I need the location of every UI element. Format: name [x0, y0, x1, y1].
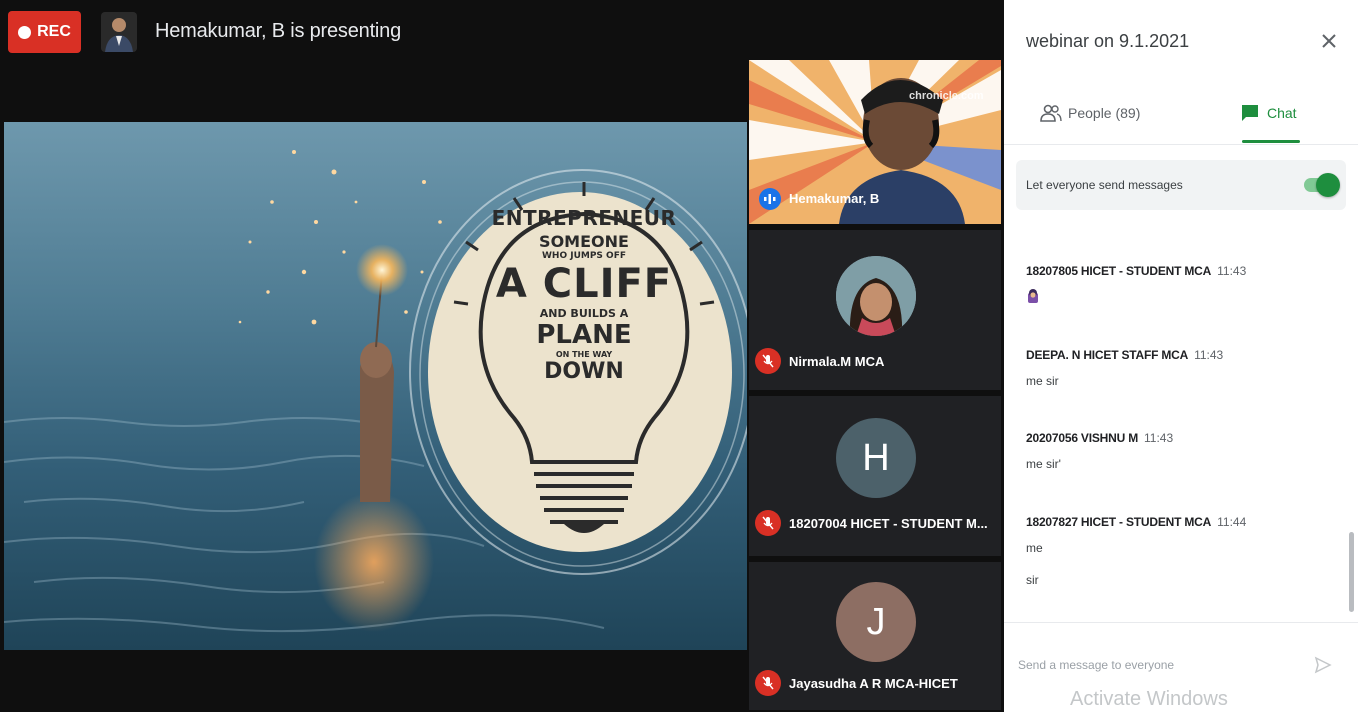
activate-windows-watermark: Activate Windows — [1070, 688, 1228, 710]
chat-message: 20207056 VISHNU M 11:43 me sir' — [1026, 429, 1326, 471]
tab-chat[interactable]: Chat — [1240, 98, 1312, 128]
presenter-avatar — [101, 12, 137, 52]
meeting-stage: REC Hemakumar, B is presenting ENTREPREN… — [0, 0, 1004, 712]
message-time: 11:43 — [1194, 348, 1224, 362]
message-sender: 18207805 HICET - STUDENT MCA — [1026, 264, 1212, 278]
slide-line-7: ON THE WAY — [555, 350, 613, 359]
divider — [1004, 144, 1358, 145]
tile-name-18207004: 18207004 HICET - STUDENT M... — [789, 516, 988, 531]
message-sender: 20207056 VISHNU M — [1026, 431, 1138, 445]
message-text: me — [1026, 541, 1043, 555]
send-icon — [1314, 656, 1332, 674]
tile-18207004[interactable]: H 18207004 HICET - STUDENT M... — [749, 396, 1001, 556]
chat-icon — [1242, 105, 1258, 121]
mic-off-icon — [755, 670, 781, 696]
tab-people[interactable]: People (89) — [1040, 98, 1160, 128]
send-messages-setting: Let everyone send messages — [1016, 160, 1346, 210]
divider — [1004, 622, 1358, 623]
mic-off-icon — [755, 510, 781, 536]
presentation-top-bar: REC Hemakumar, B is presenting — [0, 0, 1004, 64]
tile-nirmala[interactable]: Nirmala.M MCA — [749, 230, 1001, 390]
slide-line-6: PLANE — [536, 320, 632, 350]
chat-scrollbar[interactable] — [1349, 532, 1354, 612]
slide-line-3: WHO JUMPS OFF — [541, 251, 626, 261]
speaking-icon — [759, 188, 781, 210]
message-sender: 18207827 HICET - STUDENT MCA — [1026, 515, 1212, 529]
slide-line-2: SOMEONE — [539, 232, 629, 251]
chat-message: DEEPA. N HICET STAFF MCA 11:43 me sir — [1026, 346, 1326, 388]
close-icon — [1322, 34, 1336, 48]
meeting-title: webinar on 9.1.2021 — [1026, 31, 1190, 51]
side-panel: webinar on 9.1.2021 People (89) Chat Let… — [1004, 0, 1358, 712]
tab-chat-label: Chat — [1267, 105, 1297, 121]
emoji-icon — [1026, 288, 1040, 304]
slide-line-5: AND BUILDS A — [539, 307, 629, 320]
toggle-label: Let everyone send messages — [1026, 178, 1183, 192]
message-text: me sir — [1026, 374, 1059, 388]
avatar-nirmala — [836, 256, 916, 336]
mic-off-icon — [755, 348, 781, 374]
tile-hemakumar[interactable]: chronicle.com Hemakumar, B — [749, 60, 1001, 224]
message-time: 11:43 — [1144, 431, 1174, 445]
message-text: sir — [1026, 573, 1039, 587]
send-messages-toggle[interactable] — [1302, 173, 1340, 197]
message-time: 11:44 — [1217, 515, 1247, 529]
tile-name-jayasudha: Jayasudha A R MCA-HICET — [789, 676, 958, 691]
tile-name-nirmala: Nirmala.M MCA — [789, 354, 885, 369]
message-time: 11:43 — [1217, 264, 1247, 278]
presenting-banner: Hemakumar, B is presenting — [155, 20, 402, 42]
avatar-j: J — [836, 582, 916, 662]
shared-slide: ENTREPRENEUR SOMEONE WHO JUMPS OFF A CLI… — [4, 122, 747, 650]
chat-message-input[interactable] — [1018, 652, 1298, 678]
message-sender: DEEPA. N HICET STAFF MCA — [1026, 348, 1189, 362]
active-tab-indicator — [1242, 140, 1300, 143]
close-panel-button[interactable] — [1316, 28, 1342, 54]
people-icon — [1040, 104, 1062, 122]
toggle-knob — [1316, 173, 1340, 197]
slide-artwork — [4, 150, 747, 633]
slide-line-4: A CLIFF — [495, 261, 673, 307]
participant-tiles: chronicle.com Hemakumar, B Nirmala.M MCA — [749, 60, 1001, 710]
video-watermark: chronicle.com — [909, 90, 984, 102]
record-dot-icon — [18, 25, 32, 39]
chat-message: 18207805 HICET - STUDENT MCA 11:43 — [1026, 262, 1326, 304]
recording-label: REC — [37, 23, 71, 40]
chat-message: 18207827 HICET - STUDENT MCA 11:44 me sir — [1026, 513, 1326, 587]
slide-line-8: DOWN — [544, 359, 624, 384]
recording-indicator[interactable]: REC — [8, 11, 81, 53]
avatar-h: H — [836, 418, 916, 498]
tile-name-hemakumar: Hemakumar, B — [789, 191, 880, 206]
slide-line-1: ENTREPRENEUR — [491, 206, 677, 230]
message-text: me sir' — [1026, 457, 1061, 471]
send-button[interactable] — [1310, 652, 1336, 678]
tab-people-label: People (89) — [1068, 105, 1141, 121]
slide-text: ENTREPRENEUR SOMEONE WHO JUMPS OFF A CLI… — [484, 206, 684, 385]
tile-jayasudha[interactable]: J Jayasudha A R MCA-HICET — [749, 562, 1001, 710]
